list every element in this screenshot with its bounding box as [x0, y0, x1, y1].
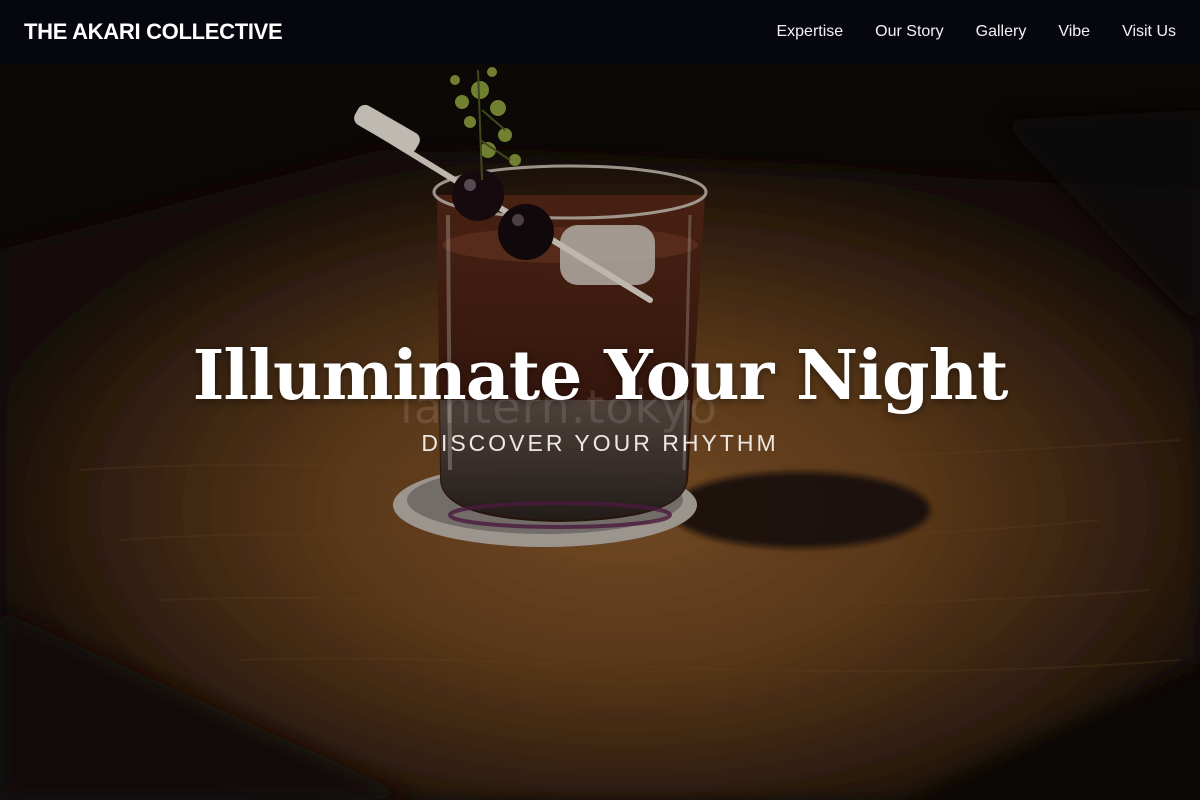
hero-title: Illuminate Your Night	[192, 336, 1009, 416]
nav-link-expertise[interactable]: Expertise	[776, 23, 843, 41]
top-navigation: THE AKARI COLLECTIVE Expertise Our Story…	[0, 0, 1200, 64]
nav-link-our-story[interactable]: Our Story	[875, 23, 943, 41]
nav-link-vibe[interactable]: Vibe	[1058, 23, 1090, 41]
nav-link-gallery[interactable]: Gallery	[976, 23, 1027, 41]
brand-logo[interactable]: THE AKARI COLLECTIVE	[24, 19, 283, 45]
nav-link-visit-us[interactable]: Visit Us	[1122, 23, 1176, 41]
nav-links: Expertise Our Story Gallery Vibe Visit U…	[744, 23, 1176, 41]
hero-subtitle: DISCOVER YOUR RHYTHM	[421, 430, 779, 456]
